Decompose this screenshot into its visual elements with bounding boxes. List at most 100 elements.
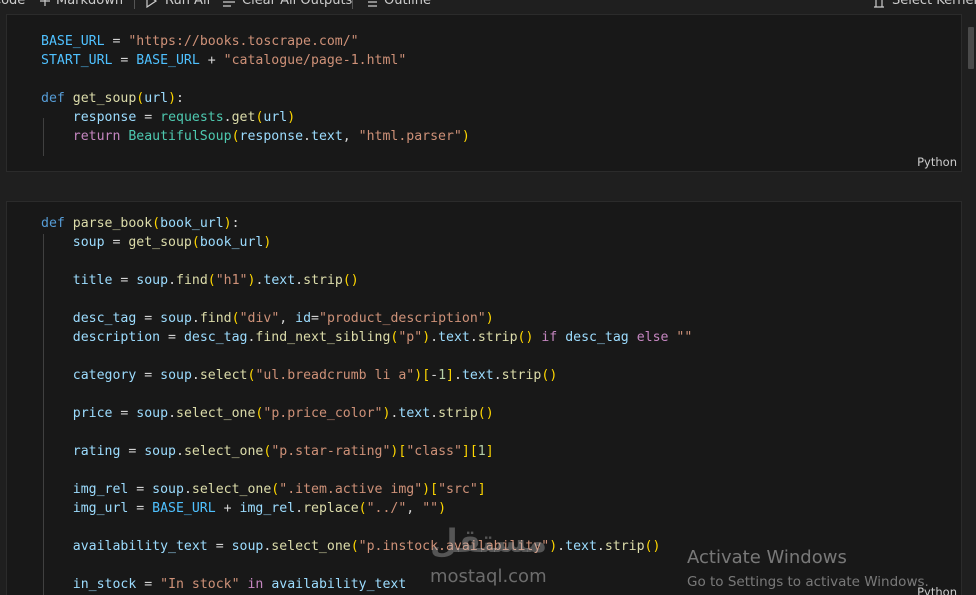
- code-line[interactable]: description = desc_tag. find_next_sibling…: [41, 328, 693, 347]
- code-token: rating: [72, 444, 121, 459]
- code-token: ): [263, 235, 272, 250]
- code-line[interactable]: category = soup.select("ul.breadcrumb li…: [41, 366, 558, 385]
- code-token: ): [223, 216, 232, 231]
- code-token: .: [223, 110, 232, 125]
- code-token: =: [112, 406, 137, 421]
- code-token: .: [176, 444, 184, 459]
- code-line[interactable]: img_rel = soup.select_one(".item.active …: [41, 480, 486, 499]
- code-button[interactable]: Code: [0, 0, 25, 8]
- code-line[interactable]: soup = get_soup(book_url): [41, 233, 272, 252]
- code-line[interactable]: return BeautifulSoup(response.text, "htm…: [41, 127, 470, 146]
- markdown-button[interactable]: Markdown: [40, 0, 123, 8]
- code-token: desc_tag: [565, 330, 629, 345]
- kernel-icon: [872, 0, 886, 8]
- code-token: response: [72, 110, 137, 125]
- outline-label: Outline: [384, 0, 432, 8]
- code-line[interactable]: START_URL = BASE_URL + "catalogue/page-1…: [41, 51, 406, 70]
- code-token: find: [199, 311, 232, 326]
- code-token: availability_text: [72, 539, 208, 554]
- code-token: strip: [501, 368, 542, 383]
- clear-all-icon: [222, 0, 236, 8]
- run-all-label: Run All: [165, 0, 211, 8]
- code-token: def: [41, 216, 73, 231]
- mostaql-logo: مستقل: [430, 522, 548, 560]
- code-token: "../": [366, 501, 407, 516]
- code-token: .: [430, 330, 439, 345]
- code-line[interactable]: rating = soup.select_one("p.star-rating"…: [41, 442, 494, 461]
- select-kernel-button[interactable]: Select Kernel: [872, 0, 976, 8]
- code-token: 1: [438, 368, 447, 383]
- cell-language-label[interactable]: Python: [917, 155, 957, 169]
- code-token: .: [295, 501, 304, 516]
- code-token: =: [160, 330, 184, 345]
- code-token: response: [239, 129, 304, 144]
- code-token: select: [199, 368, 248, 383]
- code-cell[interactable]: BASE_URL = "https://books.toscrape.com/"…: [6, 14, 962, 172]
- code-token: (: [152, 216, 161, 231]
- run-all-icon: [145, 0, 159, 8]
- code-token: "": [676, 330, 693, 345]
- code-token: text: [438, 330, 470, 345]
- code-line[interactable]: BASE_URL = "https://books.toscrape.com/": [41, 32, 359, 51]
- markdown-label: Markdown: [56, 0, 124, 8]
- code-token: desc_tag: [183, 330, 248, 345]
- code-token: text: [263, 273, 296, 288]
- code-token: "class": [406, 444, 462, 459]
- outline-button[interactable]: Outline: [364, 0, 431, 8]
- code-line[interactable]: img_url = BASE_URL + img_rel.replace("..…: [41, 499, 446, 518]
- code-token: price: [72, 406, 113, 421]
- code-token: =: [207, 539, 232, 554]
- code-token: .: [596, 539, 605, 554]
- run-all-button[interactable]: Run All: [145, 0, 210, 8]
- code-token: url: [144, 91, 169, 106]
- code-token: "src": [438, 482, 478, 497]
- code-token: [: [422, 368, 431, 383]
- code-token: strip: [303, 273, 343, 288]
- code-line[interactable]: availability_text = soup.select_one("p.i…: [41, 537, 661, 556]
- code-token: text: [398, 406, 431, 421]
- code-line[interactable]: desc_tag = soup.find("div", id="product_…: [41, 309, 494, 328]
- code-token: return: [72, 129, 129, 144]
- code-token: .: [295, 273, 304, 288]
- code-line[interactable]: response = requests.get(url): [41, 108, 295, 127]
- code-token: (: [207, 273, 216, 288]
- code-token: parse_book: [72, 216, 153, 231]
- code-token: =: [104, 34, 129, 49]
- code-token: ): [461, 129, 470, 144]
- code-token: :: [176, 91, 184, 106]
- code-line[interactable]: in_stock = "In stock" in availability_te…: [41, 575, 407, 594]
- code-token: ): [422, 482, 431, 497]
- code-token: BeautifulSoup: [128, 129, 232, 144]
- code-line[interactable]: def get_soup(url):: [41, 89, 184, 108]
- code-token: def: [41, 91, 73, 106]
- code-line[interactable]: price = soup.select_one("p.price_color")…: [41, 404, 494, 423]
- scrollbar-thumb[interactable]: [968, 27, 974, 69]
- code-token: ): [168, 91, 177, 106]
- code-token: "html.parser": [358, 129, 462, 144]
- plus-icon: [40, 0, 50, 8]
- code-token: =: [112, 273, 137, 288]
- code-token: "https://books.toscrape.com/": [128, 34, 359, 49]
- code-token: .: [191, 368, 200, 383]
- code-line[interactable]: def parse_book(book_url):: [41, 214, 240, 233]
- code-token: "p.star-rating": [271, 444, 391, 459]
- code-token: "p": [398, 330, 423, 345]
- code-token: +: [215, 501, 240, 516]
- code-token: text: [461, 368, 494, 383]
- code-token: ".item.active img": [279, 482, 423, 497]
- code-token: select_one: [183, 444, 264, 459]
- code-token: img_url: [72, 501, 129, 516]
- code-token: book_url: [199, 235, 264, 250]
- code-line[interactable]: title = soup.find("h1").text.strip(): [41, 271, 359, 290]
- code-token: ): [438, 501, 447, 516]
- code-token: get: [231, 110, 256, 125]
- code-token: strip: [438, 406, 478, 421]
- code-token: .: [493, 368, 502, 383]
- clear-outputs-button[interactable]: Clear All Outputs: [222, 0, 352, 8]
- more-actions-button[interactable]: ···: [442, 0, 454, 8]
